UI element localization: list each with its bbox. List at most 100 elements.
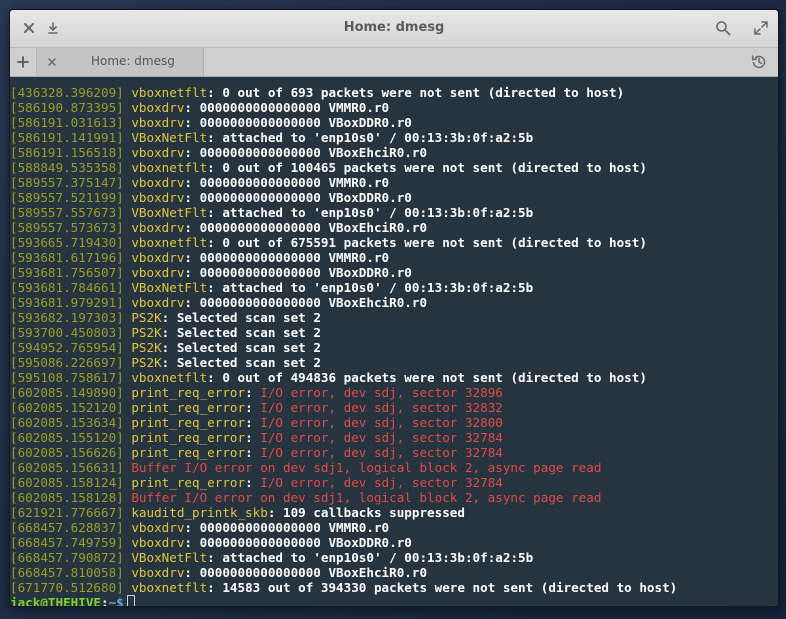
log-timestamp: [593681.979291]: [10, 295, 124, 310]
log-timestamp: [602085.158128]: [10, 490, 124, 505]
log-separator: :: [184, 220, 200, 235]
log-line: [593682.197303] PS2K: Selected scan set …: [10, 310, 778, 325]
log-separator: :: [184, 190, 200, 205]
log-message: Selected scan set 2: [176, 310, 321, 325]
search-icon: [716, 21, 731, 36]
log-message: 0000000000000000 VBoxEhciR0.r0: [199, 145, 428, 160]
log-timestamp: [602085.155120]: [10, 430, 124, 445]
log-line: [602085.155120] print_req_error: I/O err…: [10, 430, 778, 445]
log-line: [593681.617196] vboxdrv: 000000000000000…: [10, 250, 778, 265]
log-timestamp: [668457.749759]: [10, 535, 124, 550]
log-timestamp: [668457.810058]: [10, 565, 124, 580]
prompt-line[interactable]: jack@THEHIVE:~$: [10, 595, 778, 606]
log-line: [589557.521199] vboxdrv: 000000000000000…: [10, 190, 778, 205]
log-module: vboxdrv: [131, 175, 185, 190]
log-line: [593665.719430] vboxnetflt: 0 out of 675…: [10, 235, 778, 250]
log-separator: :: [245, 430, 261, 445]
log-timestamp: [589557.521199]: [10, 190, 124, 205]
log-module: VBoxNetFlt: [131, 550, 208, 565]
log-message: 0 out of 100465 packets were not sent (d…: [222, 160, 647, 175]
log-message: Selected scan set 2: [176, 355, 321, 370]
log-message: attached to 'enp10s0' / 00:13:3b:0f:a2:5…: [222, 130, 534, 145]
tab-close-button[interactable]: [45, 55, 59, 69]
title-bar[interactable]: Home: dmesg: [10, 10, 778, 48]
log-line: [586191.031613] vboxdrv: 000000000000000…: [10, 115, 778, 130]
log-module: PS2K: [131, 355, 162, 370]
history-button[interactable]: [750, 53, 768, 71]
tab-bar: Home: dmesg: [10, 48, 778, 77]
log-error-message: Buffer I/O error on dev sdj1, logical bl…: [131, 460, 602, 475]
log-message: 14583 out of 394330 packets were not sen…: [222, 580, 678, 595]
window-title: Home: dmesg: [343, 20, 445, 35]
log-error-message: I/O error, dev sdj, sector 32784: [260, 430, 503, 445]
log-timestamp: [602085.149890]: [10, 385, 124, 400]
log-error-message: I/O error, dev sdj, sector 32784: [260, 475, 503, 490]
log-module: print_req_error: [131, 400, 246, 415]
log-separator: :: [184, 145, 200, 160]
plus-icon: [17, 56, 29, 68]
log-timestamp: [589557.573673]: [10, 220, 124, 235]
log-timestamp: [671770.512680]: [10, 580, 124, 595]
log-module: print_req_error: [131, 445, 246, 460]
log-line: [586190.873395] vboxdrv: 000000000000000…: [10, 100, 778, 115]
tab-home-dmesg[interactable]: Home: dmesg: [37, 48, 204, 76]
log-timestamp: [602085.156626]: [10, 445, 124, 460]
close-icon: [48, 58, 56, 66]
log-separator: :: [245, 415, 261, 430]
log-message: attached to 'enp10s0' / 00:13:3b:0f:a2:5…: [222, 205, 534, 220]
log-separator: :: [184, 265, 200, 280]
log-timestamp: [668457.790872]: [10, 550, 124, 565]
log-line: [668457.810058] vboxdrv: 000000000000000…: [10, 565, 778, 580]
log-module: vboxnetflt: [131, 235, 208, 250]
log-module: vboxdrv: [131, 115, 185, 130]
log-separator: :: [184, 250, 200, 265]
text-cursor: [126, 595, 135, 606]
log-module: print_req_error: [131, 415, 246, 430]
log-timestamp: [621921.776667]: [10, 505, 124, 520]
log-message: 0000000000000000 VMMR0.r0: [199, 175, 390, 190]
log-message: 0000000000000000 VBoxDDR0.r0: [199, 535, 412, 550]
log-separator: :: [245, 475, 261, 490]
log-line: [589557.557673] VBoxNetFlt: attached to …: [10, 205, 778, 220]
search-button[interactable]: [710, 16, 736, 40]
log-message: 0000000000000000 VBoxDDR0.r0: [199, 190, 412, 205]
log-timestamp: [593681.756507]: [10, 265, 124, 280]
log-line: [593681.979291] vboxdrv: 000000000000000…: [10, 295, 778, 310]
log-line: [593681.756507] vboxdrv: 000000000000000…: [10, 265, 778, 280]
log-module: PS2K: [131, 310, 162, 325]
log-separator: :: [207, 205, 223, 220]
log-message: attached to 'enp10s0' / 00:13:3b:0f:a2:5…: [222, 550, 534, 565]
log-message: 0000000000000000 VBoxEhciR0.r0: [199, 565, 428, 580]
log-module: vboxdrv: [131, 100, 185, 115]
log-line: [602085.158128] Buffer I/O error on dev …: [10, 490, 778, 505]
log-timestamp: [594952.765954]: [10, 340, 124, 355]
log-module: vboxdrv: [131, 190, 185, 205]
log-message: attached to 'enp10s0' / 00:13:3b:0f:a2:5…: [222, 280, 534, 295]
maximize-button[interactable]: [748, 16, 774, 40]
log-timestamp: [586191.141991]: [10, 130, 124, 145]
log-timestamp: [602085.152120]: [10, 400, 124, 415]
log-module: vboxdrv: [131, 535, 185, 550]
log-timestamp: [602085.153634]: [10, 415, 124, 430]
log-message: Selected scan set 2: [176, 340, 321, 355]
log-timestamp: [588849.535358]: [10, 160, 124, 175]
log-message: 0000000000000000 VBoxDDR0.r0: [199, 115, 412, 130]
log-timestamp: [586191.031613]: [10, 115, 124, 130]
log-error-message: I/O error, dev sdj, sector 32784: [260, 445, 503, 460]
log-timestamp: [593665.719430]: [10, 235, 124, 250]
terminal-output[interactable]: [436328.396209] vboxnetflt: 0 out of 693…: [10, 77, 778, 606]
log-line: [621921.776667] kauditd_printk_skb: 109 …: [10, 505, 778, 520]
new-tab-button[interactable]: [10, 48, 37, 76]
log-module: print_req_error: [131, 385, 246, 400]
log-module: PS2K: [131, 340, 162, 355]
log-timestamp: [589557.375147]: [10, 175, 124, 190]
log-message: 0 out of 494836 packets were not sent (d…: [222, 370, 647, 385]
log-separator: :: [245, 400, 261, 415]
tab-label: Home: dmesg: [91, 54, 175, 68]
log-line: [668457.628837] vboxdrv: 000000000000000…: [10, 520, 778, 535]
log-separator: :: [161, 340, 177, 355]
log-separator: :: [245, 385, 261, 400]
log-line: [668457.749759] vboxdrv: 000000000000000…: [10, 535, 778, 550]
log-separator: :: [161, 325, 177, 340]
log-message: 0000000000000000 VBoxDDR0.r0: [199, 265, 412, 280]
